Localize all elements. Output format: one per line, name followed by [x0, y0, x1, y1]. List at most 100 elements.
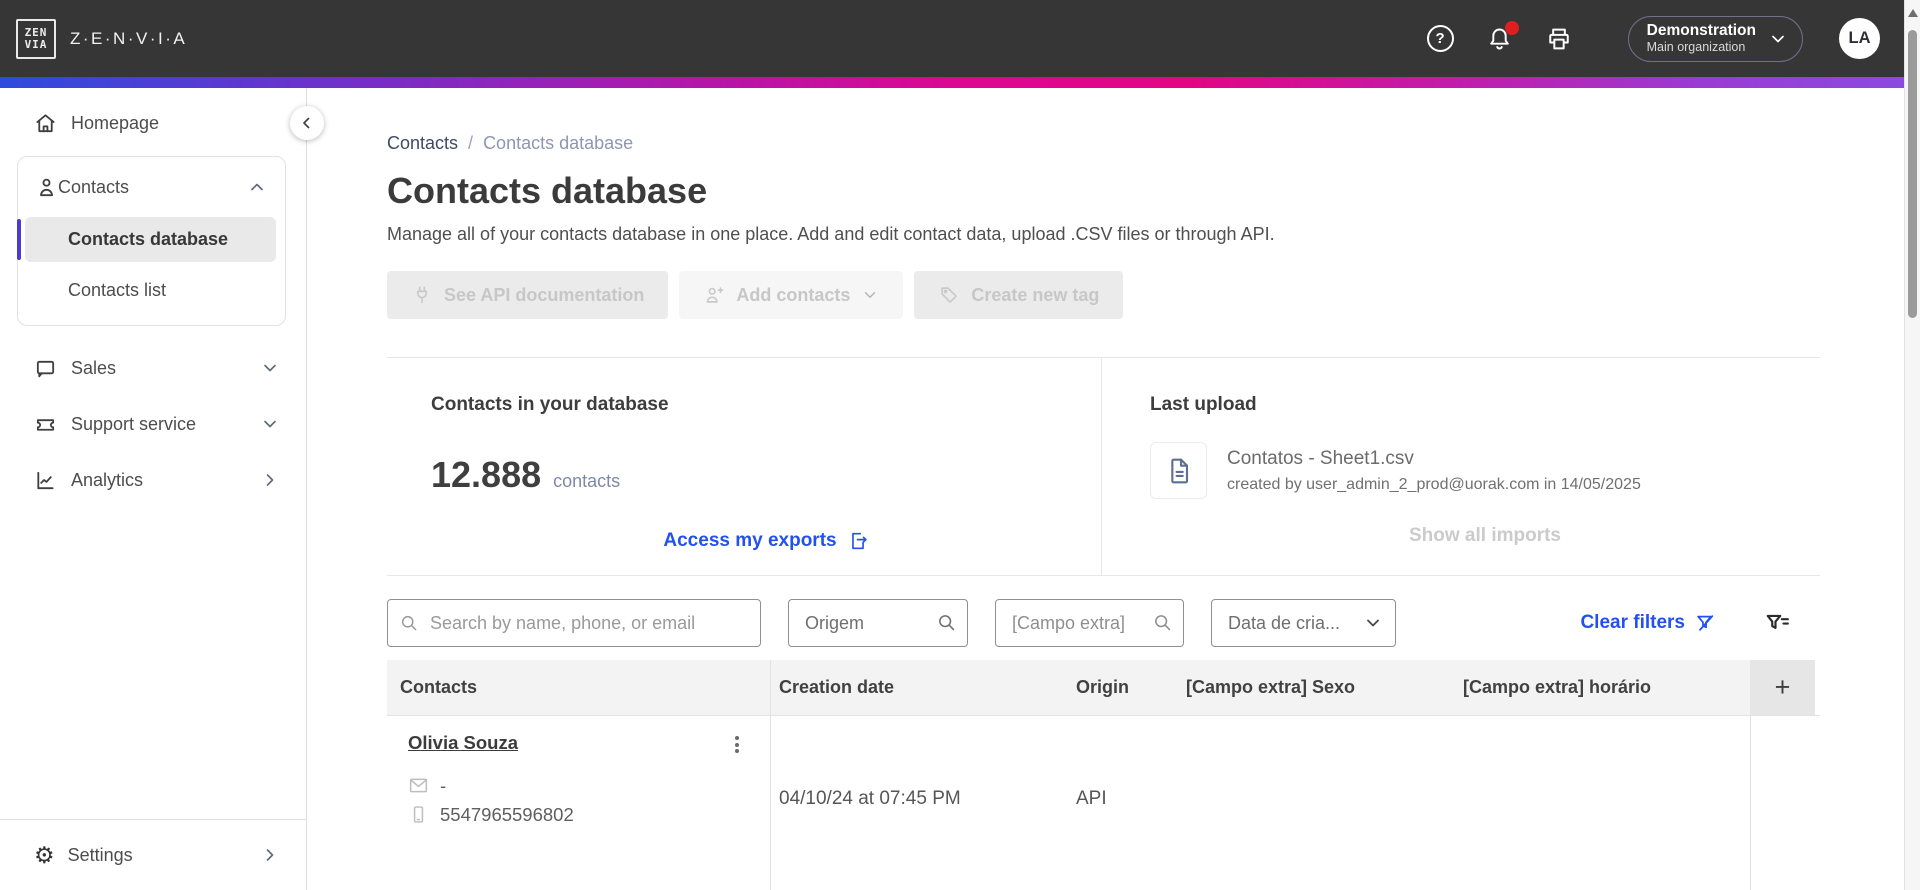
sidebar-item-analytics[interactable]: Analytics	[0, 452, 306, 508]
advanced-filters-button[interactable]	[1764, 610, 1790, 636]
actions-toolbar: See API documentation Add contacts Creat…	[387, 271, 1820, 319]
sidebar-item-homepage[interactable]: Homepage	[0, 105, 306, 141]
column-header-contacts: Contacts	[387, 660, 771, 715]
upload-card: Last upload Contatos - Sheet1.csv create…	[1102, 358, 1820, 575]
button-label: See API documentation	[444, 284, 645, 305]
contact-count-unit: contacts	[553, 471, 621, 491]
breadcrumb-separator: /	[468, 133, 474, 153]
show-all-imports-button[interactable]: Show all imports	[1150, 525, 1820, 547]
chevron-left-icon	[303, 117, 310, 129]
creation-date-filter[interactable]: Data de cria...	[1211, 599, 1396, 647]
printer-icon	[1548, 28, 1569, 49]
sidebar-item-contacts-list[interactable]: Contacts list	[18, 268, 285, 313]
person-plus-icon	[706, 287, 724, 303]
summary-cards: Contacts in your database 12.888 contact…	[387, 357, 1820, 576]
chevron-down-icon	[865, 292, 876, 298]
button-label: Create new tag	[971, 284, 1100, 305]
contact-email: -	[440, 774, 447, 796]
logo-text: Z·E·N·V·I·A	[70, 28, 188, 48]
contact-count: 12.888	[431, 454, 542, 495]
sidebar-item-label: Support service	[71, 413, 197, 434]
scrollbar-up-arrow[interactable]	[1908, 9, 1918, 17]
origem-field	[788, 599, 968, 647]
create-new-tag-button[interactable]: Create new tag	[914, 271, 1124, 319]
add-column-button[interactable]: +	[1750, 660, 1815, 715]
campo-extra-field	[995, 599, 1184, 647]
clear-filters-button[interactable]: Clear filters	[1580, 612, 1716, 634]
row-menu-button[interactable]	[729, 732, 745, 758]
column-header-campo-horario: [Campo extra] horário	[1455, 660, 1750, 715]
sidebar: Homepage Contacts Contacts database Cont…	[0, 88, 307, 890]
column-header-campo-sexo: [Campo extra] Sexo	[1178, 660, 1455, 715]
topbar: ZEN VIA Z·E·N·V·I·A ? Demonstration Main…	[0, 0, 1920, 77]
link-label: Access my exports	[663, 530, 837, 551]
help-icon: ?	[1426, 25, 1454, 52]
breadcrumb: Contacts / Contacts database	[387, 133, 1820, 154]
page-description: Manage all of your contacts database in …	[387, 224, 1275, 244]
contact-count-row: 12.888 contacts	[431, 454, 1101, 496]
search-input[interactable]	[387, 599, 761, 647]
brand-gradient-bar	[0, 77, 1920, 88]
filter-clear-icon	[1697, 615, 1714, 631]
file-icon-box	[1150, 442, 1207, 499]
search-icon	[1152, 612, 1174, 634]
sidebar-item-label: Contacts	[58, 176, 130, 197]
tag-icon	[941, 287, 958, 303]
cell-add-column	[1750, 716, 1815, 890]
mobile-icon	[413, 806, 424, 823]
file-texts: Contatos - Sheet1.csv created by user_ad…	[1227, 448, 1641, 494]
sidebar-item-support-service[interactable]: Support service	[0, 396, 306, 452]
collapse-sidebar-button[interactable]	[290, 106, 324, 140]
org-switcher[interactable]: Demonstration Main organization	[1627, 15, 1803, 62]
main-content: Contacts / Contacts database Contacts da…	[308, 88, 1820, 890]
access-exports-link[interactable]: Access my exports	[431, 530, 1101, 552]
card-title: Contacts in your database	[431, 394, 669, 415]
sidebar-item-label: Contacts database	[68, 229, 229, 249]
sidebar-item-label: Homepage	[71, 112, 160, 133]
sidebar-item-contacts[interactable]: Contacts	[18, 167, 285, 207]
chart-icon	[37, 471, 54, 489]
sidebar-item-label: Contacts list	[68, 280, 167, 300]
csv-file-icon	[1170, 458, 1188, 483]
notifications-button[interactable]	[1486, 21, 1519, 52]
last-upload-file: Contatos - Sheet1.csv created by user_ad…	[1150, 442, 1820, 499]
chat-icon	[36, 360, 55, 377]
filters-bar: Data de cria... Clear filters	[387, 599, 1820, 647]
sidebar-item-contacts-database[interactable]: Contacts database	[17, 217, 276, 262]
add-contacts-button[interactable]: Add contacts	[679, 271, 904, 319]
sidebar-item-sales[interactable]: Sales	[0, 340, 306, 396]
see-api-documentation-button[interactable]: See API documentation	[387, 271, 669, 319]
help-button[interactable]: ?	[1426, 25, 1454, 52]
gear-icon: ⚙	[34, 841, 55, 868]
print-button[interactable]	[1545, 25, 1573, 53]
cell-origin: API	[1076, 788, 1107, 809]
file-name: Contatos - Sheet1.csv	[1227, 447, 1414, 469]
chevron-down-icon	[260, 414, 280, 434]
sidebar-item-settings[interactable]: ⚙ Settings	[0, 819, 306, 890]
contact-email-row: -	[408, 775, 750, 797]
chevron-down-icon	[1367, 619, 1379, 627]
cell-creation-date: 04/10/24 at 07:45 PM	[779, 788, 961, 809]
table-row: Olivia Souza - 5547965596802 04/10/24 at…	[387, 716, 1820, 890]
button-label: Clear filters	[1580, 612, 1685, 633]
contact-name-row: Olivia Souza	[408, 732, 750, 758]
filter-label: Data de cria...	[1228, 612, 1341, 633]
contact-name-link[interactable]: Olivia Souza	[408, 732, 518, 754]
sidebar-item-label: Analytics	[71, 469, 144, 490]
column-header-origin: Origin	[1068, 660, 1178, 715]
user-avatar[interactable]: LA	[1839, 18, 1880, 59]
breadcrumb-link-contacts[interactable]: Contacts	[387, 133, 458, 154]
filter-settings-icon	[1766, 614, 1789, 629]
vertical-scrollbar	[1904, 0, 1920, 890]
export-icon	[851, 532, 867, 550]
org-subtitle: Main organization	[1646, 40, 1746, 55]
chevron-down-icon	[260, 358, 280, 378]
active-indicator	[17, 219, 21, 260]
sidebar-item-label: Sales	[71, 357, 117, 378]
plug-icon	[417, 286, 427, 304]
contact-cell: Olivia Souza - 5547965596802	[387, 716, 771, 890]
kebab-icon	[735, 734, 739, 756]
database-card: Contacts in your database 12.888 contact…	[387, 358, 1102, 575]
chevron-down-icon	[1772, 35, 1784, 42]
scrollbar-thumb[interactable]	[1908, 30, 1917, 318]
